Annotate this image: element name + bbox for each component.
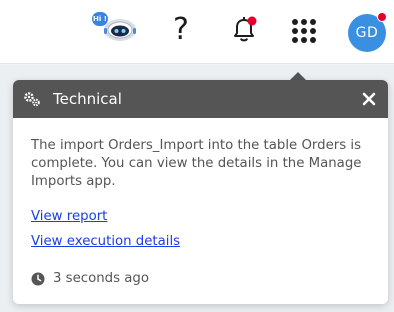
notification-title: Technical (53, 90, 122, 108)
help-icon[interactable]: ? (168, 12, 194, 48)
assistant-badge: Hi ! (92, 12, 108, 26)
notification-body: The import Orders_Import into the table … (13, 118, 388, 288)
view-report-link[interactable]: View report (31, 208, 370, 226)
notification-timestamp: 3 seconds ago (31, 270, 370, 288)
view-execution-details-link[interactable]: View execution details (31, 233, 370, 251)
notification-header: Technical (13, 80, 388, 118)
apps-grid-icon[interactable] (291, 18, 317, 44)
notification-message: The import Orders_Import into the table … (31, 138, 362, 189)
notification-popover: Technical The import Orders_Import into … (13, 80, 388, 304)
avatar-alert-dot (377, 12, 387, 22)
clock-icon (31, 272, 45, 286)
timestamp-text: 3 seconds ago (53, 271, 149, 286)
bell-icon[interactable] (229, 14, 259, 46)
gears-icon (24, 92, 40, 107)
close-icon[interactable] (362, 92, 376, 106)
top-bar: Hi ! ? GD (0, 0, 394, 64)
